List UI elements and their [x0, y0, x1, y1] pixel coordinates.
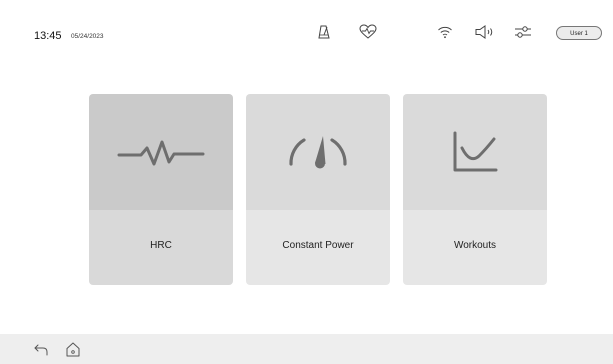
- volume-icon[interactable]: [475, 24, 497, 40]
- heart-rate-icon[interactable]: [359, 24, 377, 40]
- tile-hrc-label: HRC: [150, 240, 172, 251]
- tile-hrc[interactable]: HRC: [89, 94, 233, 285]
- home-icon[interactable]: [66, 342, 80, 357]
- pulse-line-icon: [117, 140, 205, 166]
- clock-time: 13:45: [34, 30, 62, 42]
- back-icon[interactable]: [33, 342, 49, 356]
- bottom-nav-bar: [0, 334, 613, 364]
- status-bar: 13:45 05/24/2023 User 1: [0, 0, 613, 60]
- tile-workouts[interactable]: Workouts: [403, 94, 547, 285]
- tile-constant-power[interactable]: Constant Power: [246, 94, 390, 285]
- date-label: 05/24/2023: [71, 33, 104, 40]
- line-chart-icon: [453, 131, 498, 172]
- metronome-icon[interactable]: [317, 24, 331, 40]
- tile-workouts-label: Workouts: [453, 240, 497, 251]
- settings-sliders-icon[interactable]: [514, 24, 532, 40]
- tile-constant-power-label: Constant Power: [282, 240, 354, 251]
- wifi-icon[interactable]: [437, 24, 453, 40]
- user-button[interactable]: User 1: [556, 26, 602, 40]
- gauge-icon: [289, 136, 347, 169]
